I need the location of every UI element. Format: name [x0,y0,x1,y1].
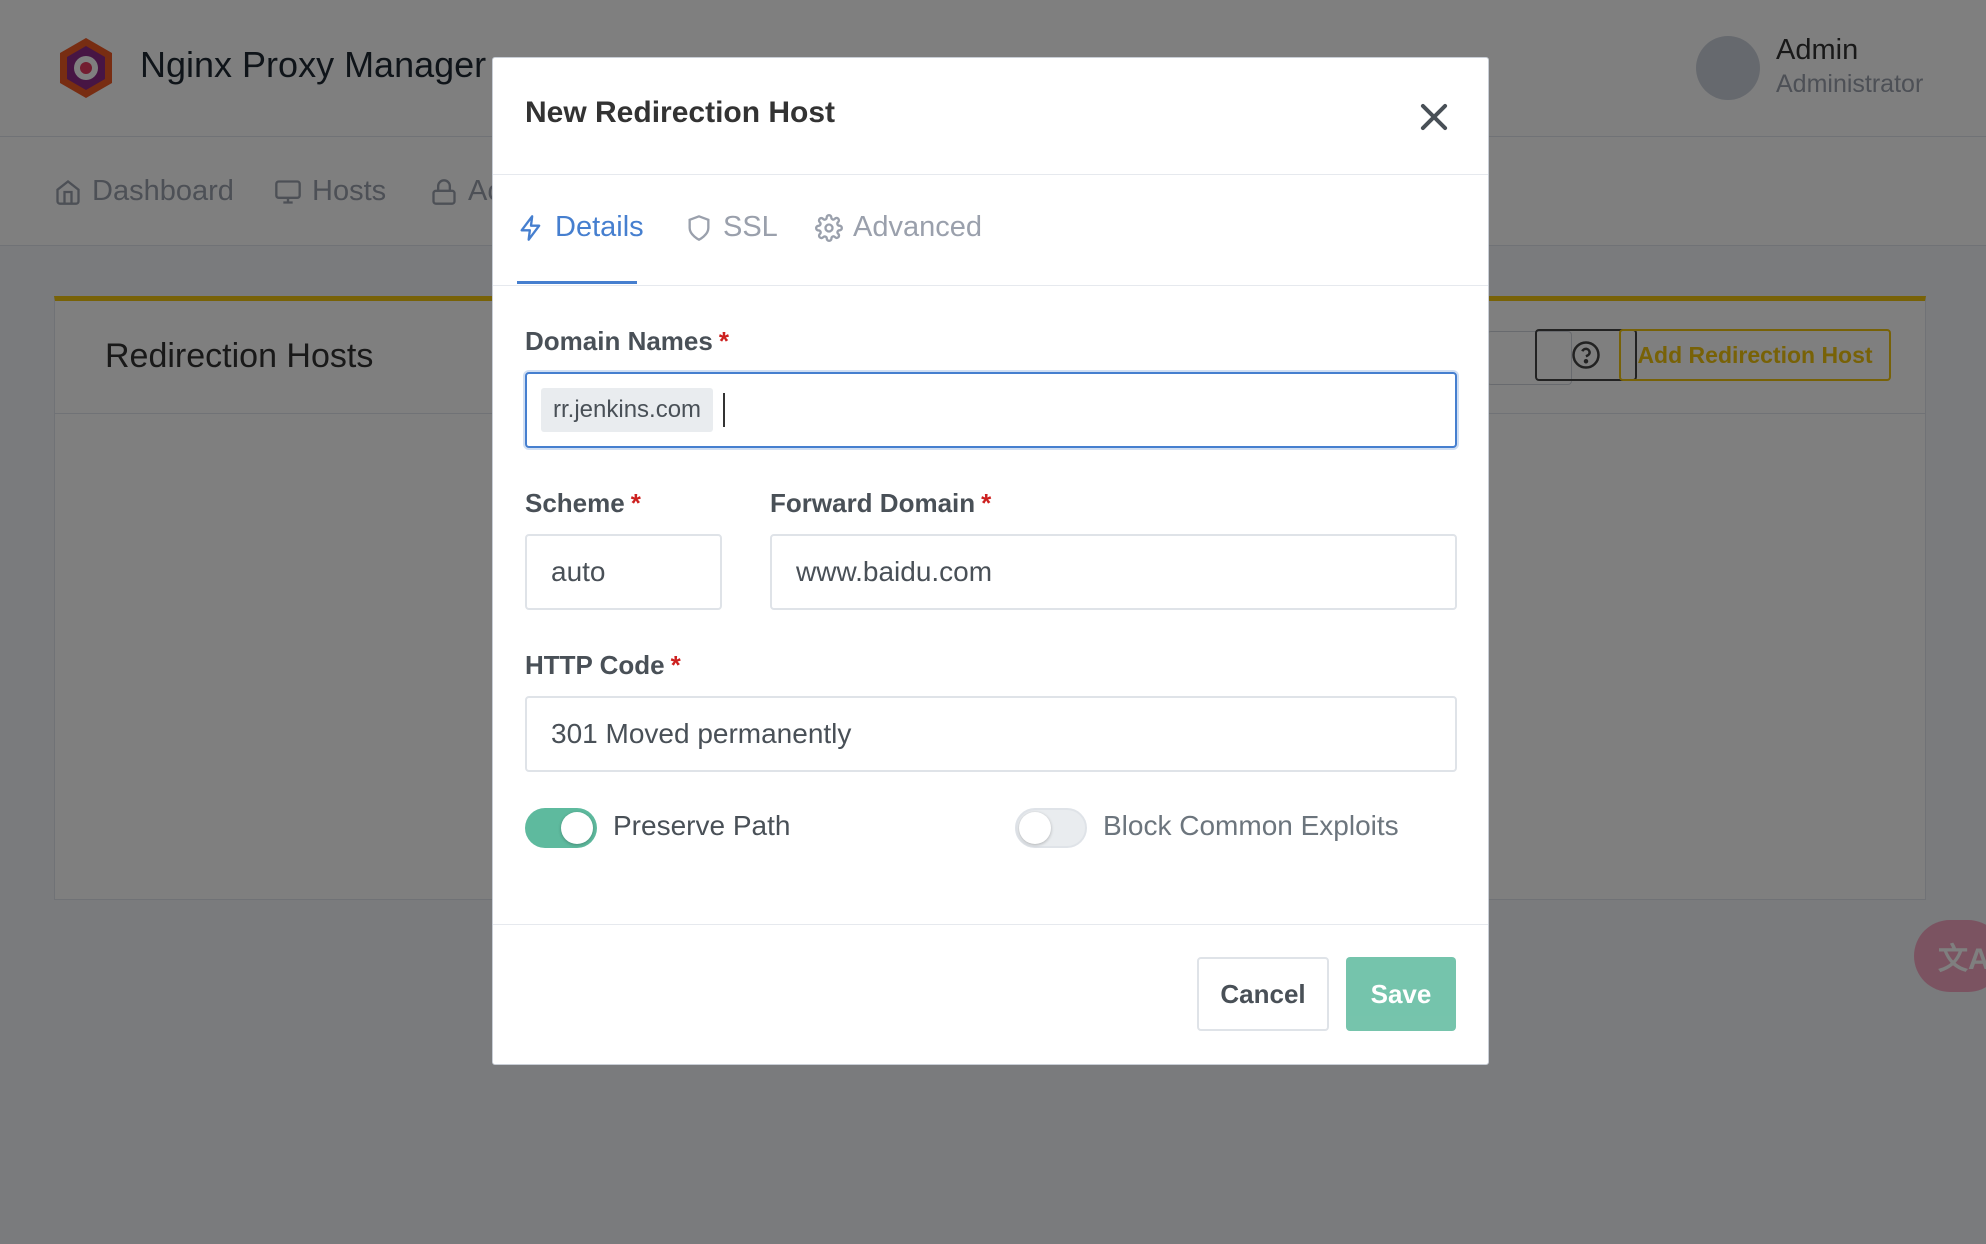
tab-advanced[interactable]: Advanced [815,211,982,244]
required-mark: * [630,488,641,518]
forward-domain-input[interactable]: www.baidu.com [770,534,1457,610]
lightning-icon [520,214,541,241]
preserve-path-label: Preserve Path [613,810,791,841]
block-common-exploits-label: Block Common Exploits [1103,810,1399,841]
text-cursor [723,393,726,427]
modal-title: New Redirection Host [525,96,836,129]
modal-header: New Redirection Host [493,58,1488,175]
new-redirection-host-modal: New Redirection Host Details SSL Advance… [492,57,1489,1065]
close-icon[interactable] [1415,98,1453,136]
scheme-label-text: Scheme [525,488,625,518]
http-code-label: HTTP Code * [525,650,681,681]
scheme-label: Scheme * [525,488,641,519]
tab-ssl[interactable]: SSL [685,211,778,244]
domain-names-label-text: Domain Names [525,326,713,356]
modal-tabs: Details SSL Advanced [493,175,1488,286]
tab-details[interactable]: Details [517,211,644,244]
forward-domain-label: Forward Domain * [770,488,991,519]
active-tab-indicator [517,281,637,284]
required-mark: * [670,650,681,680]
block-common-exploits-toggle[interactable] [1015,808,1087,848]
shield-icon [688,214,710,241]
required-mark: * [718,326,729,356]
gear-icon [815,213,843,242]
http-code-select[interactable]: 301 Moved permanently [525,696,1457,772]
required-mark: * [981,488,992,518]
cancel-button[interactable]: Cancel [1197,957,1329,1031]
save-button[interactable]: Save [1346,957,1456,1031]
http-code-value: 301 Moved permanently [551,718,852,749]
scheme-value: auto [551,556,606,587]
toggle-knob [1019,812,1051,844]
tab-label: Details [555,211,644,243]
scheme-select[interactable]: auto [525,534,722,610]
tab-label: SSL [723,211,778,243]
toggle-knob [561,812,593,844]
preserve-path-toggle[interactable] [525,808,597,848]
domain-tag[interactable]: rr.jenkins.com [541,388,714,432]
http-code-label-text: HTTP Code [525,650,665,680]
modal-footer-divider [493,924,1488,925]
tab-label: Advanced [853,211,982,243]
domain-names-label: Domain Names * [525,326,729,357]
forward-domain-value: www.baidu.com [796,556,993,587]
domain-names-input[interactable]: rr.jenkins.com [525,372,1457,448]
forward-domain-label-text: Forward Domain [770,488,976,518]
